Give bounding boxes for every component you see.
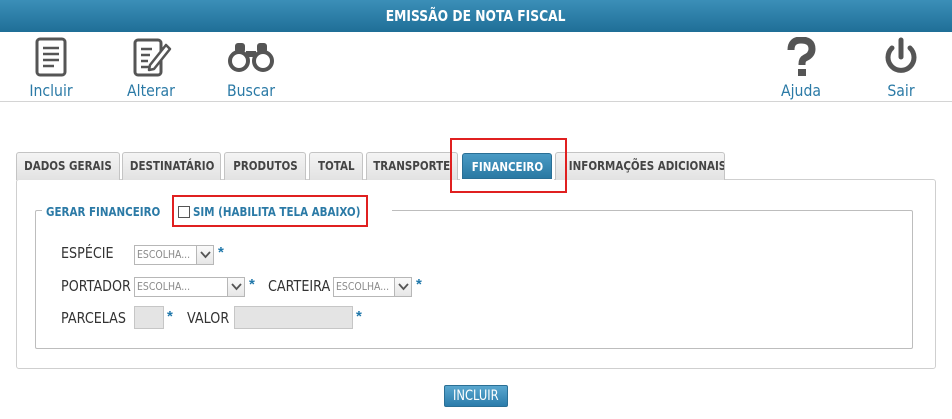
tab-informacoes-adicionais[interactable]: INFORMAÇÕES ADICIONAIS <box>555 152 725 180</box>
tab-destinatario[interactable]: DESTINATÁRIO <box>122 152 221 180</box>
buscar-label: Buscar <box>226 81 276 100</box>
tab-label: PRODUTOS <box>232 159 298 173</box>
required-mark: * <box>356 308 362 325</box>
chevron-down-icon <box>227 278 244 296</box>
fieldset-legend: GERAR FINANCEIRO <box>42 203 183 221</box>
incluir-label: Incluir <box>29 81 73 100</box>
required-mark: * <box>249 276 255 293</box>
tab-produtos[interactable]: PRODUTOS <box>224 152 306 180</box>
tab-label: INFORMAÇÕES ADICIONAIS <box>568 159 725 173</box>
sair-label: Sair <box>887 81 915 100</box>
tab-total[interactable]: TOTAL <box>309 152 363 180</box>
checkbox-label: SIM (HABILITA TELA ABAIXO) <box>193 205 361 219</box>
tab-label: DESTINATÁRIO <box>129 159 215 173</box>
tab-label: TOTAL <box>317 159 355 173</box>
carteira-value: ESCOLHA... <box>336 280 390 293</box>
edit-document-icon <box>133 38 172 77</box>
chevron-down-icon <box>394 278 411 296</box>
required-mark: * <box>416 276 422 293</box>
especie-value: ESCOLHA... <box>137 248 191 261</box>
required-mark: * <box>167 308 173 325</box>
binoculars-icon <box>228 43 274 72</box>
page-title: EMISSÃO DE NOTA FISCAL <box>386 7 566 25</box>
gerar-financeiro-option[interactable]: SIM (HABILITA TELA ABAIXO) <box>174 203 392 221</box>
required-mark: * <box>218 244 224 261</box>
alterar-label: Alterar <box>127 81 175 100</box>
legend-text: GERAR FINANCEIRO <box>46 205 161 219</box>
especie-select[interactable]: ESCOLHA... <box>134 245 214 265</box>
valor-label: VALOR <box>187 309 230 327</box>
window-titlebar: EMISSÃO DE NOTA FISCAL <box>0 0 952 32</box>
chevron-down-icon <box>196 246 213 264</box>
tab-transporte[interactable]: TRANSPORTE <box>366 152 458 180</box>
portador-select[interactable]: ESCOLHA... <box>134 277 245 297</box>
portador-label: PORTADOR <box>61 277 131 295</box>
carteira-select[interactable]: ESCOLHA... <box>333 277 412 297</box>
tab-label: FINANCEIRO <box>471 160 543 174</box>
help-icon <box>787 37 816 76</box>
parcelas-label: PARCELAS <box>61 309 126 327</box>
alterar-button[interactable]: Alterar <box>123 32 179 100</box>
buscar-button[interactable]: Buscar <box>223 32 279 100</box>
submit-label: INCLUIR <box>453 388 499 404</box>
tab-label: TRANSPORTE <box>373 159 451 173</box>
gerar-financeiro-checkbox[interactable] <box>178 206 190 218</box>
sair-button[interactable]: Sair <box>873 32 929 100</box>
ajuda-button[interactable]: Ajuda <box>773 32 829 100</box>
portador-value: ESCOLHA... <box>137 280 191 293</box>
parcelas-input[interactable] <box>134 306 164 329</box>
valor-input[interactable] <box>234 306 353 329</box>
document-icon <box>35 37 67 77</box>
toolbar: Incluir Alterar Buscar Ajuda Sair <box>0 32 952 102</box>
ajuda-label: Ajuda <box>780 81 822 100</box>
tab-dados-gerais[interactable]: DADOS GERAIS <box>16 152 120 180</box>
tab-financeiro[interactable]: FINANCEIRO <box>462 153 552 179</box>
power-icon <box>885 37 917 73</box>
carteira-label: CARTEIRA <box>268 277 331 295</box>
especie-label: ESPÉCIE <box>61 244 114 262</box>
tab-label: DADOS GERAIS <box>24 159 112 173</box>
incluir-button[interactable]: Incluir <box>23 32 79 100</box>
incluir-submit-button[interactable]: INCLUIR <box>444 385 508 407</box>
